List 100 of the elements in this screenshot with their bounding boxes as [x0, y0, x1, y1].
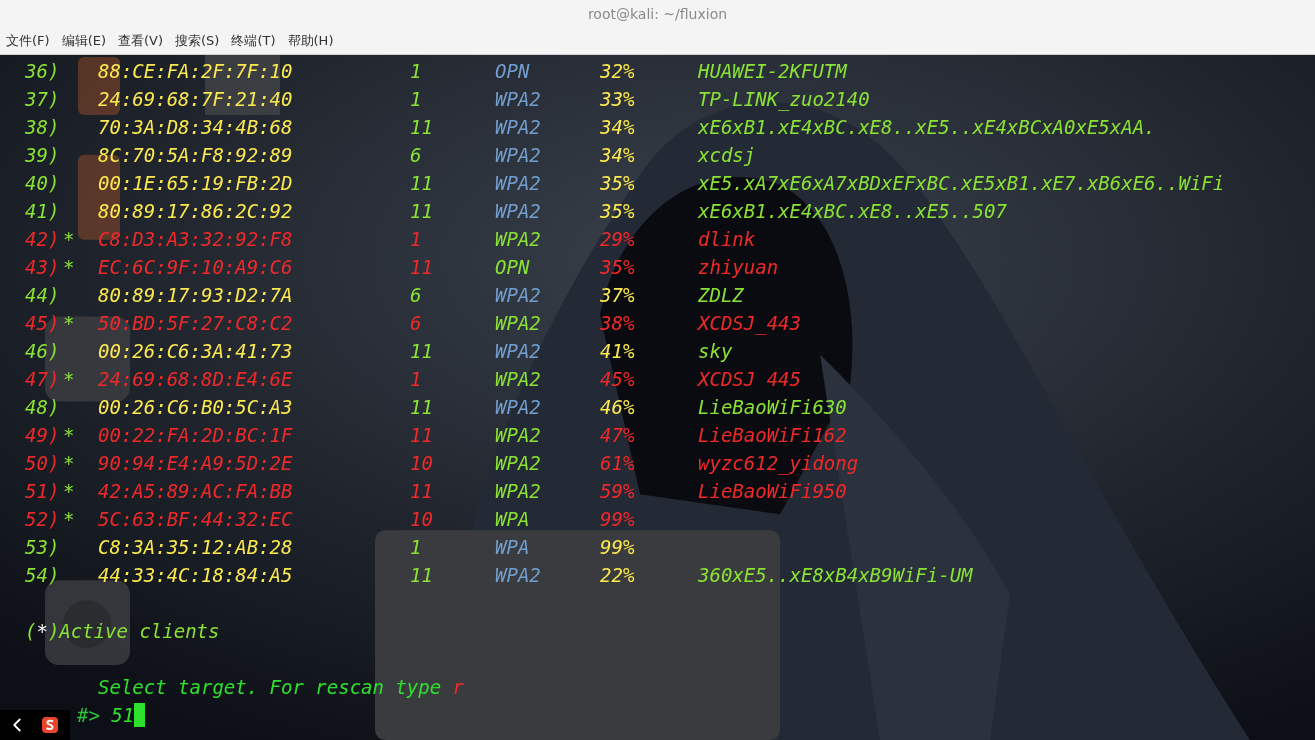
bssid-text: 5C:63:BF:44:32:EC	[98, 508, 293, 530]
window-title: root@kali: ~/fluxion	[587, 6, 728, 22]
channel-text: 10	[410, 452, 433, 474]
power-text: 41%	[600, 340, 635, 362]
client-marker: *	[63, 228, 75, 250]
essid-text: LieBaoWiFi950	[698, 480, 847, 502]
encryption-text: OPN	[495, 60, 530, 82]
essid-text: xE5.xA7xE6xA7xBDxEFxBC.xE5xB1.xE7.xB6xE6..WiFi	[698, 172, 1225, 194]
encryption-text: WPA2	[495, 116, 541, 138]
channel-text: 1	[410, 228, 422, 250]
encryption-text: WPA2	[495, 284, 541, 306]
menu-item[interactable]: 帮助(H)	[287, 32, 334, 50]
menu-item[interactable]: 搜索(S)	[175, 32, 220, 50]
cursor	[134, 703, 146, 727]
essid-text: XCDSJ 445	[698, 368, 801, 390]
row-number: 45)	[25, 312, 60, 334]
bssid-text: 88:CE:FA:2F:7F:10	[98, 60, 293, 82]
power-text: 32%	[600, 60, 635, 82]
bssid-text: 24:69:68:7F:21:40	[98, 88, 293, 110]
bssid-text: 80:89:17:93:D2:7A	[98, 284, 293, 306]
channel-text: 1	[410, 536, 422, 558]
bssid-text: 00:1E:65:19:FB:2D	[98, 172, 293, 194]
menu-item[interactable]: 查看(V)	[118, 32, 164, 50]
prompt-symbol: #>	[77, 704, 100, 726]
channel-text: 6	[410, 312, 422, 334]
essid-text: xcdsj	[698, 144, 756, 166]
essid-text: XCDSJ_443	[698, 312, 801, 334]
power-text: 35%	[600, 172, 635, 194]
power-text: 99%	[600, 536, 635, 558]
row-number: 53)	[25, 536, 60, 558]
bssid-text: 00:26:C6:B0:5C:A3	[98, 396, 293, 418]
essid-text: LieBaoWiFi630	[698, 396, 847, 418]
row-number: 49)	[25, 424, 60, 446]
essid-text: LieBaoWiFi162	[698, 424, 847, 446]
power-text: 61%	[600, 452, 635, 474]
power-text: 29%	[600, 228, 635, 250]
channel-text: 6	[410, 284, 422, 306]
row-number: 52)	[25, 508, 60, 530]
essid-text: wyzc612_yidong	[698, 452, 859, 474]
power-text: 33%	[600, 88, 635, 110]
channel-text: 11	[410, 564, 433, 586]
bssid-text: 00:26:C6:3A:41:73	[98, 340, 293, 362]
row-number: 37)	[25, 88, 60, 110]
client-marker: *	[63, 424, 75, 446]
channel-text: 11	[410, 424, 433, 446]
row-number: 43)	[25, 256, 60, 278]
encryption-text: WPA	[495, 508, 530, 530]
encryption-text: WPA2	[495, 200, 541, 222]
power-text: 34%	[600, 116, 635, 138]
bssid-text: 70:3A:D8:34:4B:68	[98, 116, 293, 138]
prompt-text: Select target. For rescan type	[98, 676, 443, 698]
bssid-text: C8:D3:A3:32:92:F8	[98, 228, 293, 250]
power-text: 46%	[600, 396, 635, 418]
input-text[interactable]: 51	[99, 704, 135, 726]
channel-text: 11	[410, 256, 433, 278]
row-number: 36)	[25, 60, 60, 82]
power-text: 37%	[600, 284, 635, 306]
essid-text: ZDLZ	[698, 284, 744, 306]
row-number: 47)	[25, 368, 60, 390]
encryption-text: WPA2	[495, 396, 541, 418]
encryption-text: WPA2	[495, 144, 541, 166]
row-number: 46)	[25, 340, 60, 362]
client-marker: *	[63, 256, 75, 278]
power-text: 35%	[600, 200, 635, 222]
row-number: 54)	[25, 564, 60, 586]
channel-text: 1	[410, 60, 422, 82]
channel-text: 11	[410, 480, 433, 502]
menu-item[interactable]: 终端(T)	[231, 32, 276, 50]
client-marker: *	[63, 452, 75, 474]
bssid-text: EC:6C:9F:10:A9:C6	[98, 256, 293, 278]
encryption-text: WPA2	[495, 340, 541, 362]
power-text: 22%	[600, 564, 635, 586]
menu-item[interactable]: 文件(F)	[6, 32, 50, 50]
encryption-text: WPA2	[495, 228, 541, 250]
channel-text: 1	[410, 88, 422, 110]
encryption-text: OPN	[495, 256, 530, 278]
encryption-text: WPA2	[495, 88, 541, 110]
bssid-text: C8:3A:35:12:AB:28	[98, 536, 293, 558]
row-number: 38)	[25, 116, 60, 138]
row-number: 44)	[25, 284, 60, 306]
legend-bracket: (	[25, 620, 37, 642]
rescan-key: r	[452, 676, 465, 698]
encryption-text: WPA2	[495, 172, 541, 194]
channel-text: 10	[410, 508, 433, 530]
app-icon[interactable]	[42, 717, 58, 733]
bssid-text: 42:A5:89:AC:FA:BB	[98, 480, 293, 502]
menu-item[interactable]: 编辑(E)	[61, 32, 106, 50]
bssid-text: 24:69:68:8D:E4:6E	[98, 368, 293, 390]
essid-text: 360xE5..xE8xB4xB9WiFi-UM	[698, 564, 973, 586]
channel-text: 11	[410, 396, 433, 418]
encryption-text: WPA2	[495, 368, 541, 390]
channel-text: 11	[410, 116, 433, 138]
client-marker: *	[63, 312, 75, 334]
row-number: 42)	[25, 228, 60, 250]
channel-text: 11	[410, 172, 433, 194]
row-number: 51)	[25, 480, 60, 502]
legend-text: )Active clients	[47, 620, 220, 642]
channel-text: 11	[410, 200, 433, 222]
power-text: 99%	[600, 508, 635, 530]
bssid-text: 50:BD:5F:27:C8:C2	[98, 312, 293, 334]
